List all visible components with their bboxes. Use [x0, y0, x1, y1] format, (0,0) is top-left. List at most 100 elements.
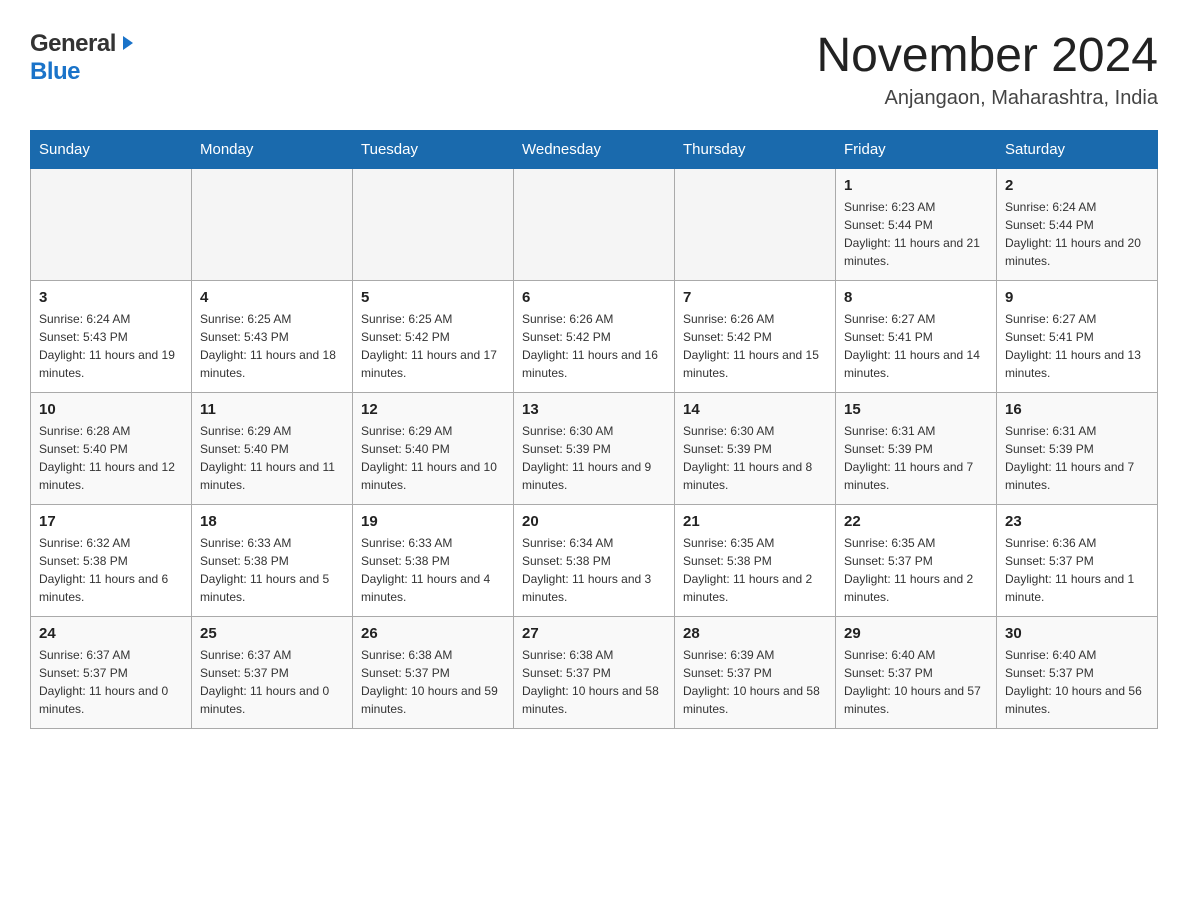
- day-info: Sunrise: 6:37 AM Sunset: 5:37 PM Dayligh…: [200, 646, 344, 718]
- day-number: 13: [522, 401, 666, 418]
- calendar-cell: 8 Sunrise: 6:27 AM Sunset: 5:41 PM Daylig…: [836, 280, 997, 392]
- calendar-cell: 5 Sunrise: 6:25 AM Sunset: 5:42 PM Daylig…: [353, 280, 514, 392]
- calendar-cell: 15Sunrise: 6:31 AM Sunset: 5:39 PM Dayli…: [836, 392, 997, 504]
- calendar-cell: 6 Sunrise: 6:26 AM Sunset: 5:42 PM Daylig…: [514, 280, 675, 392]
- day-info: Sunrise: 6:40 AM Sunset: 5:37 PM Dayligh…: [1005, 646, 1149, 718]
- calendar-cell: 2Sunrise: 6:24 AM Sunset: 5:44 PM Daylig…: [997, 168, 1158, 280]
- weekday-header-row: SundayMondayTuesdayWednesdayThursdayFrid…: [31, 130, 1158, 168]
- weekday-header-tuesday: Tuesday: [353, 130, 514, 168]
- day-info: Sunrise: 6:40 AM Sunset: 5:37 PM Dayligh…: [844, 646, 988, 718]
- calendar-cell: 13 Sunrise: 6:30 AM Sunset: 5:39 PM Dayli…: [514, 392, 675, 504]
- day-info: Sunrise: 6:38 AM Sunset: 5:37 PM Dayligh…: [361, 646, 505, 718]
- day-number: 22: [844, 513, 988, 530]
- day-number: 29: [844, 625, 988, 642]
- day-number: 12: [361, 401, 505, 418]
- day-info: Sunrise: 6:24 AM Sunset: 5:44 PM Dayligh…: [1005, 198, 1149, 270]
- logo-general-text: General: [30, 30, 116, 58]
- page-header: General Blue November 2024 Anjangaon, Ma…: [30, 30, 1158, 110]
- calendar-cell: [31, 168, 192, 280]
- weekday-header-wednesday: Wednesday: [514, 130, 675, 168]
- day-info: Sunrise: 6:29 AM Sunset: 5:40 PM Dayligh…: [361, 422, 505, 494]
- calendar-cell: 11 Sunrise: 6:29 AM Sunset: 5:40 PM Dayli…: [192, 392, 353, 504]
- day-info: Sunrise: 6:38 AM Sunset: 5:37 PM Dayligh…: [522, 646, 666, 718]
- calendar-cell: 24 Sunrise: 6:37 AM Sunset: 5:37 PM Dayli…: [31, 616, 192, 728]
- day-info: Sunrise: 6:28 AM Sunset: 5:40 PM Dayligh…: [39, 422, 183, 494]
- calendar-cell: 18Sunrise: 6:33 AM Sunset: 5:38 PM Dayli…: [192, 504, 353, 616]
- logo-blue-text: Blue: [30, 58, 80, 85]
- day-info: Sunrise: 6:23 AM Sunset: 5:44 PM Dayligh…: [844, 198, 988, 270]
- day-number: 4: [200, 289, 344, 306]
- calendar-cell: 9 Sunrise: 6:27 AM Sunset: 5:41 PM Daylig…: [997, 280, 1158, 392]
- day-info: Sunrise: 6:26 AM Sunset: 5:42 PM Dayligh…: [683, 310, 827, 382]
- calendar-cell: 29 Sunrise: 6:40 AM Sunset: 5:37 PM Dayli…: [836, 616, 997, 728]
- day-number: 6: [522, 289, 666, 306]
- weekday-header-saturday: Saturday: [997, 130, 1158, 168]
- calendar-cell: 1 Sunrise: 6:23 AM Sunset: 5:44 PM Daylig…: [836, 168, 997, 280]
- calendar-week-row: 24 Sunrise: 6:37 AM Sunset: 5:37 PM Dayli…: [31, 616, 1158, 728]
- day-number: 7: [683, 289, 827, 306]
- day-info: Sunrise: 6:37 AM Sunset: 5:37 PM Dayligh…: [39, 646, 183, 718]
- day-info: Sunrise: 6:39 AM Sunset: 5:37 PM Dayligh…: [683, 646, 827, 718]
- day-number: 5: [361, 289, 505, 306]
- calendar-cell: 14Sunrise: 6:30 AM Sunset: 5:39 PM Dayli…: [675, 392, 836, 504]
- calendar-week-row: 10 Sunrise: 6:28 AM Sunset: 5:40 PM Dayli…: [31, 392, 1158, 504]
- calendar-cell: 30 Sunrise: 6:40 AM Sunset: 5:37 PM Dayli…: [997, 616, 1158, 728]
- day-number: 30: [1005, 625, 1149, 642]
- day-info: Sunrise: 6:26 AM Sunset: 5:42 PM Dayligh…: [522, 310, 666, 382]
- calendar-cell: 20 Sunrise: 6:34 AM Sunset: 5:38 PM Dayli…: [514, 504, 675, 616]
- calendar-cell: 10 Sunrise: 6:28 AM Sunset: 5:40 PM Dayli…: [31, 392, 192, 504]
- day-info: Sunrise: 6:36 AM Sunset: 5:37 PM Dayligh…: [1005, 534, 1149, 606]
- day-info: Sunrise: 6:35 AM Sunset: 5:37 PM Dayligh…: [844, 534, 988, 606]
- calendar-cell: 27 Sunrise: 6:38 AM Sunset: 5:37 PM Dayli…: [514, 616, 675, 728]
- day-number: 8: [844, 289, 988, 306]
- calendar-cell: [514, 168, 675, 280]
- day-number: 20: [522, 513, 666, 530]
- weekday-header-sunday: Sunday: [31, 130, 192, 168]
- month-title: November 2024: [816, 30, 1158, 83]
- calendar-cell: 12 Sunrise: 6:29 AM Sunset: 5:40 PM Dayli…: [353, 392, 514, 504]
- day-info: Sunrise: 6:30 AM Sunset: 5:39 PM Dayligh…: [522, 422, 666, 494]
- day-number: 19: [361, 513, 505, 530]
- day-number: 28: [683, 625, 827, 642]
- day-number: 27: [522, 625, 666, 642]
- calendar-cell: 23Sunrise: 6:36 AM Sunset: 5:37 PM Dayli…: [997, 504, 1158, 616]
- day-info: Sunrise: 6:24 AM Sunset: 5:43 PM Dayligh…: [39, 310, 183, 382]
- calendar-cell: [353, 168, 514, 280]
- weekday-header-thursday: Thursday: [675, 130, 836, 168]
- day-info: Sunrise: 6:31 AM Sunset: 5:39 PM Dayligh…: [1005, 422, 1149, 494]
- day-number: 16: [1005, 401, 1149, 418]
- day-number: 21: [683, 513, 827, 530]
- weekday-header-friday: Friday: [836, 130, 997, 168]
- calendar-cell: 3 Sunrise: 6:24 AM Sunset: 5:43 PM Daylig…: [31, 280, 192, 392]
- day-info: Sunrise: 6:32 AM Sunset: 5:38 PM Dayligh…: [39, 534, 183, 606]
- day-info: Sunrise: 6:33 AM Sunset: 5:38 PM Dayligh…: [200, 534, 344, 606]
- calendar-table: SundayMondayTuesdayWednesdayThursdayFrid…: [30, 130, 1158, 729]
- day-info: Sunrise: 6:27 AM Sunset: 5:41 PM Dayligh…: [844, 310, 988, 382]
- day-number: 3: [39, 289, 183, 306]
- calendar-cell: 26 Sunrise: 6:38 AM Sunset: 5:37 PM Dayli…: [353, 616, 514, 728]
- calendar-cell: 28 Sunrise: 6:39 AM Sunset: 5:37 PM Dayli…: [675, 616, 836, 728]
- calendar-cell: 16 Sunrise: 6:31 AM Sunset: 5:39 PM Dayli…: [997, 392, 1158, 504]
- title-area: November 2024 Anjangaon, Maharashtra, In…: [816, 30, 1158, 110]
- day-info: Sunrise: 6:27 AM Sunset: 5:41 PM Dayligh…: [1005, 310, 1149, 382]
- calendar-cell: 22 Sunrise: 6:35 AM Sunset: 5:37 PM Dayli…: [836, 504, 997, 616]
- calendar-cell: [675, 168, 836, 280]
- day-number: 11: [200, 401, 344, 418]
- day-number: 1: [844, 177, 988, 194]
- day-number: 24: [39, 625, 183, 642]
- logo-arrow-icon: [119, 34, 137, 57]
- day-info: Sunrise: 6:25 AM Sunset: 5:43 PM Dayligh…: [200, 310, 344, 382]
- day-info: Sunrise: 6:29 AM Sunset: 5:40 PM Dayligh…: [200, 422, 344, 494]
- location: Anjangaon, Maharashtra, India: [816, 87, 1158, 110]
- day-info: Sunrise: 6:25 AM Sunset: 5:42 PM Dayligh…: [361, 310, 505, 382]
- day-number: 10: [39, 401, 183, 418]
- day-info: Sunrise: 6:35 AM Sunset: 5:38 PM Dayligh…: [683, 534, 827, 606]
- day-number: 17: [39, 513, 183, 530]
- day-number: 9: [1005, 289, 1149, 306]
- day-number: 26: [361, 625, 505, 642]
- calendar-cell: 17 Sunrise: 6:32 AM Sunset: 5:38 PM Dayli…: [31, 504, 192, 616]
- calendar-cell: [192, 168, 353, 280]
- calendar-week-row: 1 Sunrise: 6:23 AM Sunset: 5:44 PM Daylig…: [31, 168, 1158, 280]
- day-info: Sunrise: 6:33 AM Sunset: 5:38 PM Dayligh…: [361, 534, 505, 606]
- day-info: Sunrise: 6:34 AM Sunset: 5:38 PM Dayligh…: [522, 534, 666, 606]
